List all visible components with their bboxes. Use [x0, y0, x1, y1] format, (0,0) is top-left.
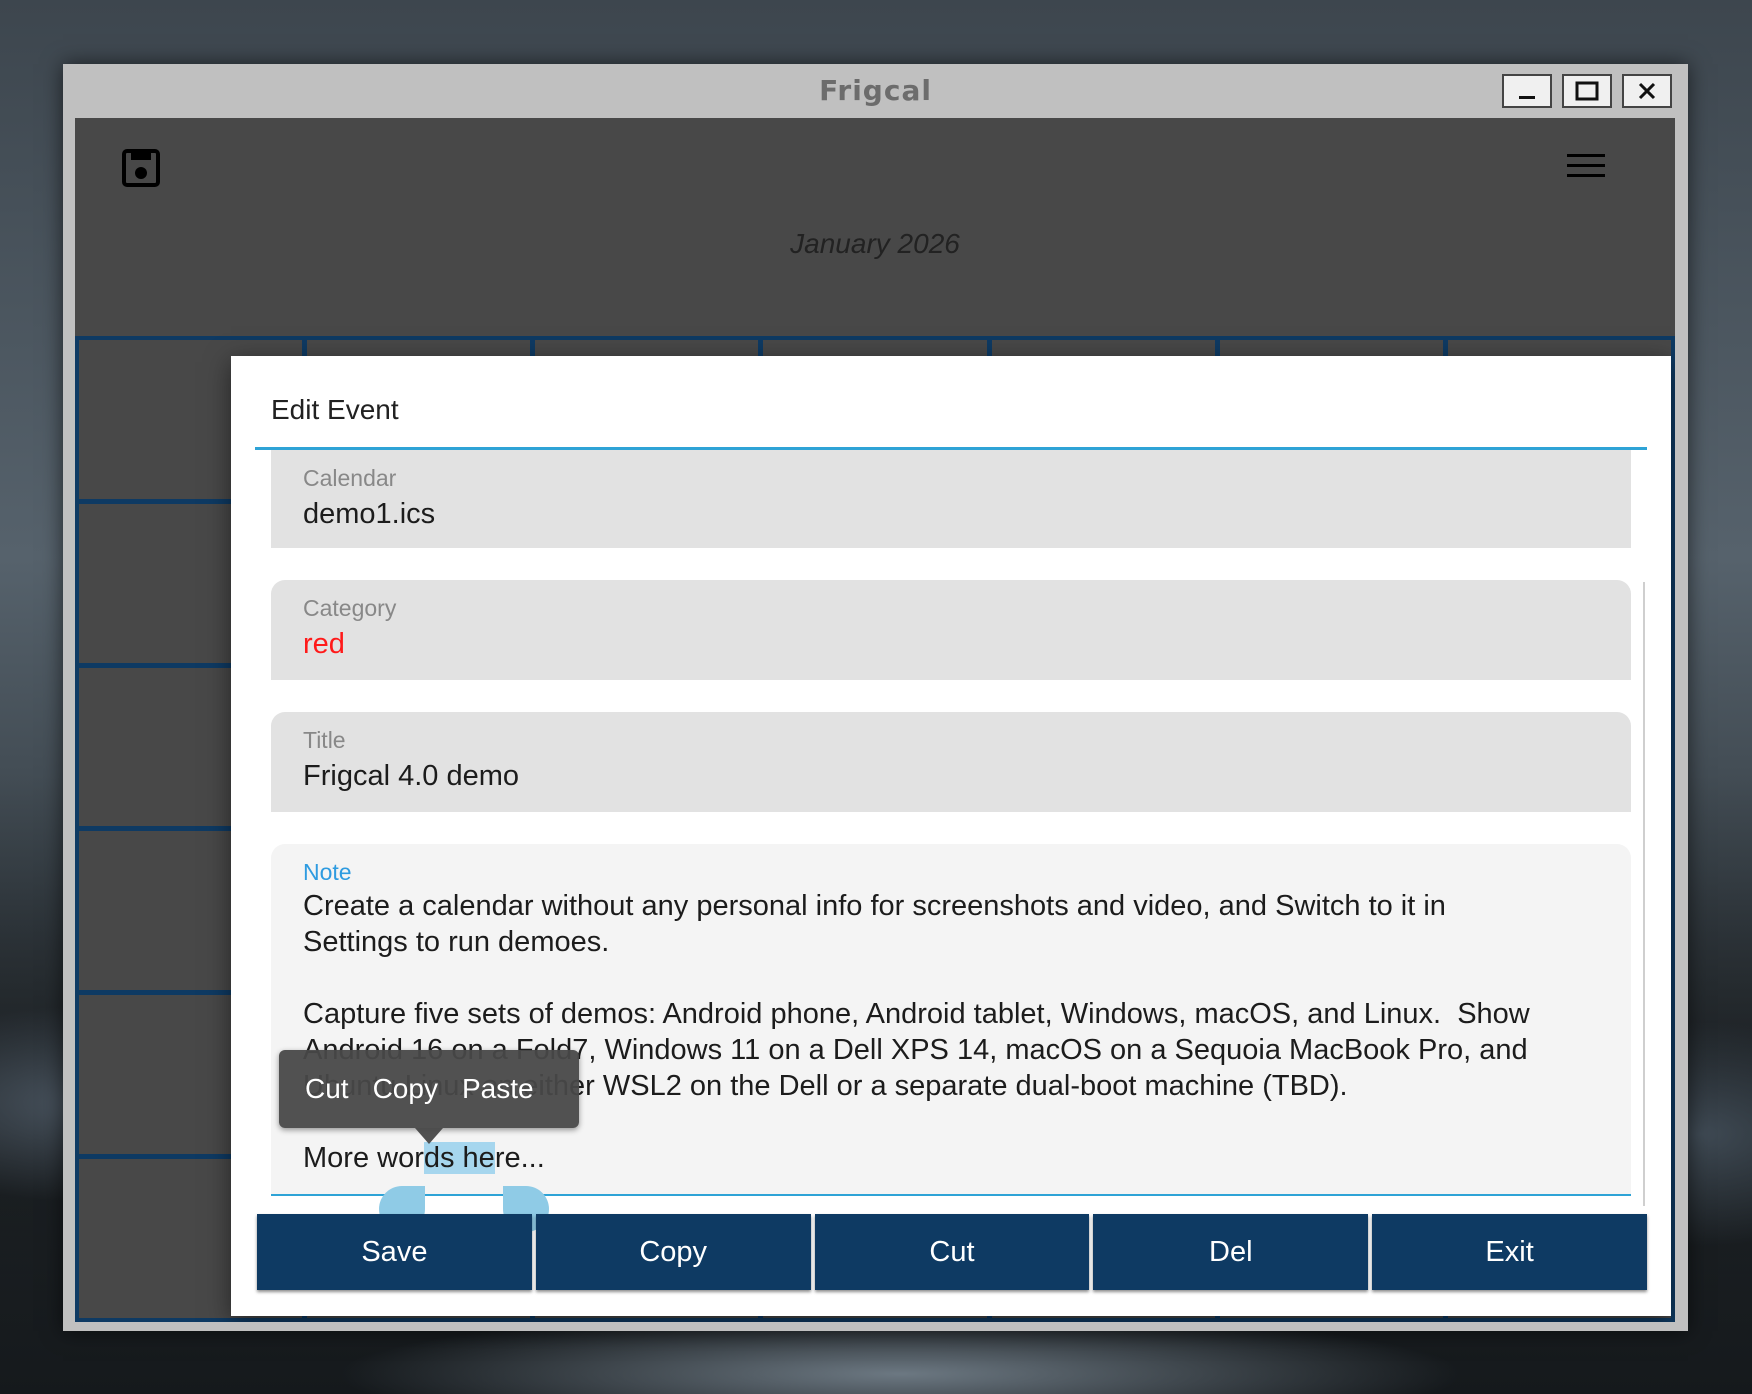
category-label: Category	[303, 595, 397, 621]
title-field[interactable]: Title Frigcal 4.0 demo	[271, 712, 1631, 812]
note-field[interactable]: Note Create a calendar without any perso…	[271, 844, 1631, 1196]
text-context-menu: Cut Copy Paste	[279, 1050, 579, 1128]
hamburger-menu-icon[interactable]	[1567, 152, 1605, 185]
calendar-field[interactable]: Calendar demo1.ics	[271, 450, 1631, 548]
dialog-title: Edit Event	[271, 394, 399, 425]
note-text[interactable]: Create a calendar without any personal i…	[303, 888, 1599, 1176]
dialog-scrollbar[interactable]	[1643, 582, 1645, 1206]
window-title: Frigcal	[819, 74, 932, 107]
context-paste[interactable]: Paste	[450, 1073, 546, 1105]
edit-event-dialog: Edit Event Calendar demo1.ics Category r…	[231, 356, 1671, 1316]
close-icon	[1638, 82, 1656, 100]
minimize-icon	[1519, 96, 1535, 99]
dialog-button-row: Save Copy Cut Del Exit	[257, 1214, 1647, 1290]
save-icon[interactable]	[121, 148, 161, 193]
minimize-button[interactable]	[1502, 74, 1552, 108]
save-button[interactable]: Save	[257, 1214, 532, 1290]
calendar-value: demo1.ics	[303, 498, 436, 530]
cut-button[interactable]: Cut	[814, 1214, 1090, 1290]
context-menu-pointer	[415, 1128, 443, 1144]
delete-button[interactable]: Del	[1093, 1214, 1369, 1290]
title-value: Frigcal 4.0 demo	[303, 760, 519, 792]
close-button[interactable]	[1622, 74, 1672, 108]
title-label: Title	[303, 727, 346, 753]
category-field[interactable]: Category red	[271, 580, 1631, 680]
maximize-button[interactable]	[1562, 74, 1612, 108]
maximize-icon	[1575, 81, 1599, 101]
context-cut[interactable]: Cut	[279, 1073, 361, 1105]
app-window: Frigcal January 2026 Edit Event Calendar…	[63, 64, 1688, 1331]
month-label: January 2026	[790, 228, 960, 259]
exit-button[interactable]: Exit	[1372, 1214, 1647, 1290]
note-text-selection: ds he	[423, 1142, 495, 1174]
copy-button[interactable]: Copy	[535, 1214, 811, 1290]
window-titlebar[interactable]: Frigcal	[63, 64, 1688, 118]
note-text-before: Create a calendar without any personal i…	[303, 890, 1530, 1174]
note-label: Note	[303, 859, 352, 885]
category-value: red	[303, 628, 345, 660]
note-text-after: re...	[494, 1142, 545, 1174]
app-content: January 2026 Edit Event Calendar demo1.i…	[75, 118, 1675, 1322]
context-copy[interactable]: Copy	[361, 1073, 450, 1105]
calendar-label: Calendar	[303, 465, 397, 491]
